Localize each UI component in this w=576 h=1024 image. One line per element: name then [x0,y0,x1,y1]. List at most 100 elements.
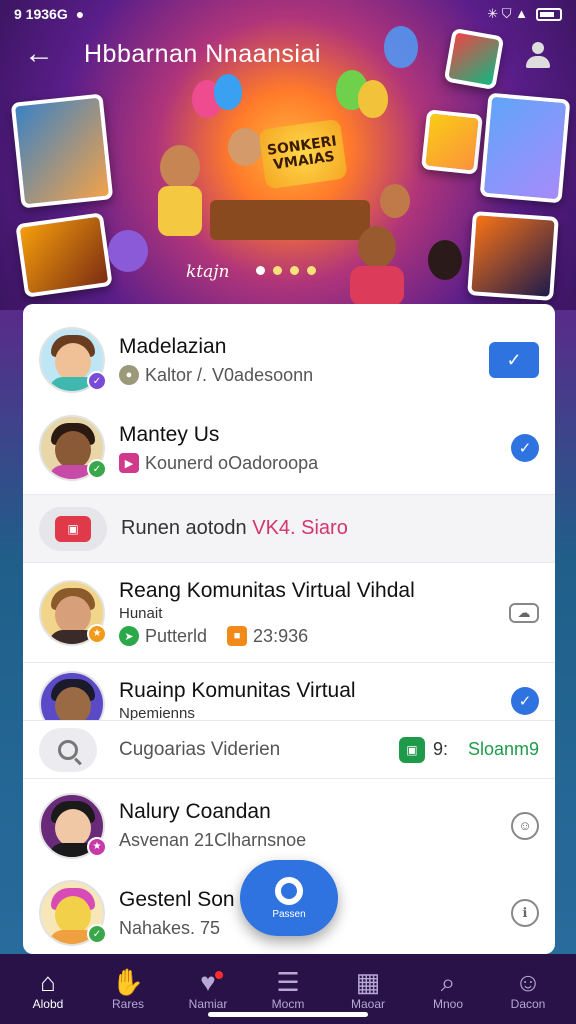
nav-item-favorites[interactable]: ♥ Namiar [173,967,243,1011]
character-illustration [350,266,404,306]
joined-check-icon[interactable]: ✓ [489,342,539,378]
list-item-title: Madelazian [119,334,227,358]
list-item-subtitle: Kaltor /. V0adesoonn [145,364,314,385]
balloon-illustration [214,74,242,110]
nav-label: Namiar [188,997,228,1011]
nav-item-search[interactable]: ⌕ Mnoo [413,967,483,1011]
nav-label: Mnoo [432,997,464,1011]
status-badge: ✓ [87,924,107,944]
ticket-icon: ▣ [55,515,91,542]
list-item[interactable]: Ruainp Komunitas Virtual Npemienns ✓ [23,662,555,720]
hero-card-image [421,109,483,175]
list-item[interactable]: ✓ Mantey Us ▶ Kounerd oOadoroopa ✓ [23,406,555,490]
stage-illustration [210,200,370,240]
balloon-illustration [358,80,388,118]
smile-icon[interactable]: ☺ [511,811,539,840]
search-input[interactable]: Cugoarias Viderien [119,739,399,761]
search-status: Sloanm9 [467,739,539,759]
nav-label: Maoar [350,997,385,1011]
list-item-title: Ruainp Komunitas Virtual [119,679,356,702]
calendar-icon: ■ [227,626,248,646]
list-item[interactable]: ★ Reang Komunitas Virtual Vihdal Hunait … [23,562,555,662]
carousel-dot[interactable] [290,266,299,275]
character-illustration [108,230,148,272]
list-item-title: Nalury Coandan [119,800,271,823]
carousel-dots[interactable] [256,266,316,275]
leaf-icon: ➤ [119,626,139,646]
battery-icon [536,7,562,21]
avatar: ★ [39,792,107,859]
nav-item-hand[interactable]: ✋ Rares [93,967,163,1011]
nav-item-home[interactable]: ⌂ Alobd [13,967,83,1011]
list-item-tag: 23:936 [253,625,309,646]
home-indicator[interactable] [208,1012,368,1017]
home-icon: ⌂ [40,967,56,997]
joined-check-icon[interactable]: ✓ [511,687,539,715]
hand-icon: ✋ [111,967,145,997]
nav-label: Alobd [32,997,64,1011]
avatar: ✓ [39,880,107,946]
status-badge: ✓ [87,371,107,391]
status-badge: ✓ [87,459,107,479]
media-icon: ▦ [355,967,381,997]
search-row[interactable]: Cugoarias Viderien ▣ 9: Sloanm9 [23,720,555,778]
list-item-secondary: Npemienns [119,705,195,720]
search-count: 9: [432,739,448,759]
hero-card-image [15,212,113,298]
back-arrow-icon[interactable]: ← [24,37,64,71]
carousel-dot[interactable] [307,266,316,275]
nav-label: Rares [111,997,144,1011]
list-item-title: Reang Komunitas Virtual Vihdal [119,578,415,602]
list-item[interactable]: ★ Nalury Coandan Asvenan 21Clharnsnoe ☺ [23,778,555,872]
filter-row[interactable]: ▣ Runen aotodn VK4. Siaro [23,494,555,562]
hero-sign: SONKERI VMAIAS [258,118,348,190]
nav-item-media[interactable]: ▦ Maoar [333,967,403,1011]
character-illustration [160,145,200,189]
filter-chip[interactable]: ▣ [39,506,107,551]
character-illustration [380,184,410,218]
info-icon[interactable]: ℹ [511,899,539,927]
notification-icon: ● [75,6,85,22]
hero-card-image [479,92,571,204]
fab-label: Passen [272,908,306,920]
joined-check-icon[interactable]: ✓ [511,434,539,462]
chat-count-icon: ▣ [398,736,425,763]
filter-accent-text: VK4. Siaro [252,517,348,539]
record-icon [275,876,303,905]
character-illustration [358,226,396,268]
hero-card-image [467,211,559,301]
search-button[interactable] [39,727,97,772]
profile-icon[interactable] [524,40,552,68]
avatar: ★ [39,579,107,646]
list-item[interactable]: ✓ Madelazian ● Kaltor /. V0adesoonn ✓ [23,318,555,402]
person-icon: ☺ [514,967,542,997]
top-bar: ← Hbbarnan Nnaansiai [0,30,576,78]
list-icon: ☰ [276,967,300,997]
filter-text: Runen aotodn [121,517,253,539]
status-badge: ★ [87,836,107,857]
heart-icon: ♥ [200,967,216,997]
status-bar: 9 1936G ● ✳ ⛉ ▲ [0,0,576,28]
nav-item-list[interactable]: ☰ Mocm [253,967,323,1011]
status-badge: ★ [87,623,107,644]
search-icon: ⌕ [440,967,456,997]
chat-icon: ● [119,365,139,385]
list-item-subtitle: Kounerd oOadoroopa [145,452,319,473]
carousel-dot[interactable] [273,266,282,275]
character-illustration [228,128,262,166]
avatar: ✓ [39,415,107,481]
cloud-icon[interactable]: ☁ [509,602,539,623]
character-illustration [428,240,462,280]
create-fab-button[interactable]: Passen [240,860,338,936]
hero-card-image [10,93,114,209]
carousel-dot[interactable] [256,266,265,275]
list-item-subtitle: Asvenan 21Clharnsnoe [119,830,307,850]
community-list: ✓ Madelazian ● Kaltor /. V0adesoonn ✓ ✓ … [23,304,555,954]
nav-item-profile[interactable]: ☺ Dacon [493,967,563,1011]
list-item-title: Mantey Us [119,422,220,446]
avatar [39,671,105,720]
search-icon [58,739,78,760]
character-illustration [158,186,202,236]
hero-caption: ktajn [186,262,230,282]
avatar: ✓ [39,327,107,393]
